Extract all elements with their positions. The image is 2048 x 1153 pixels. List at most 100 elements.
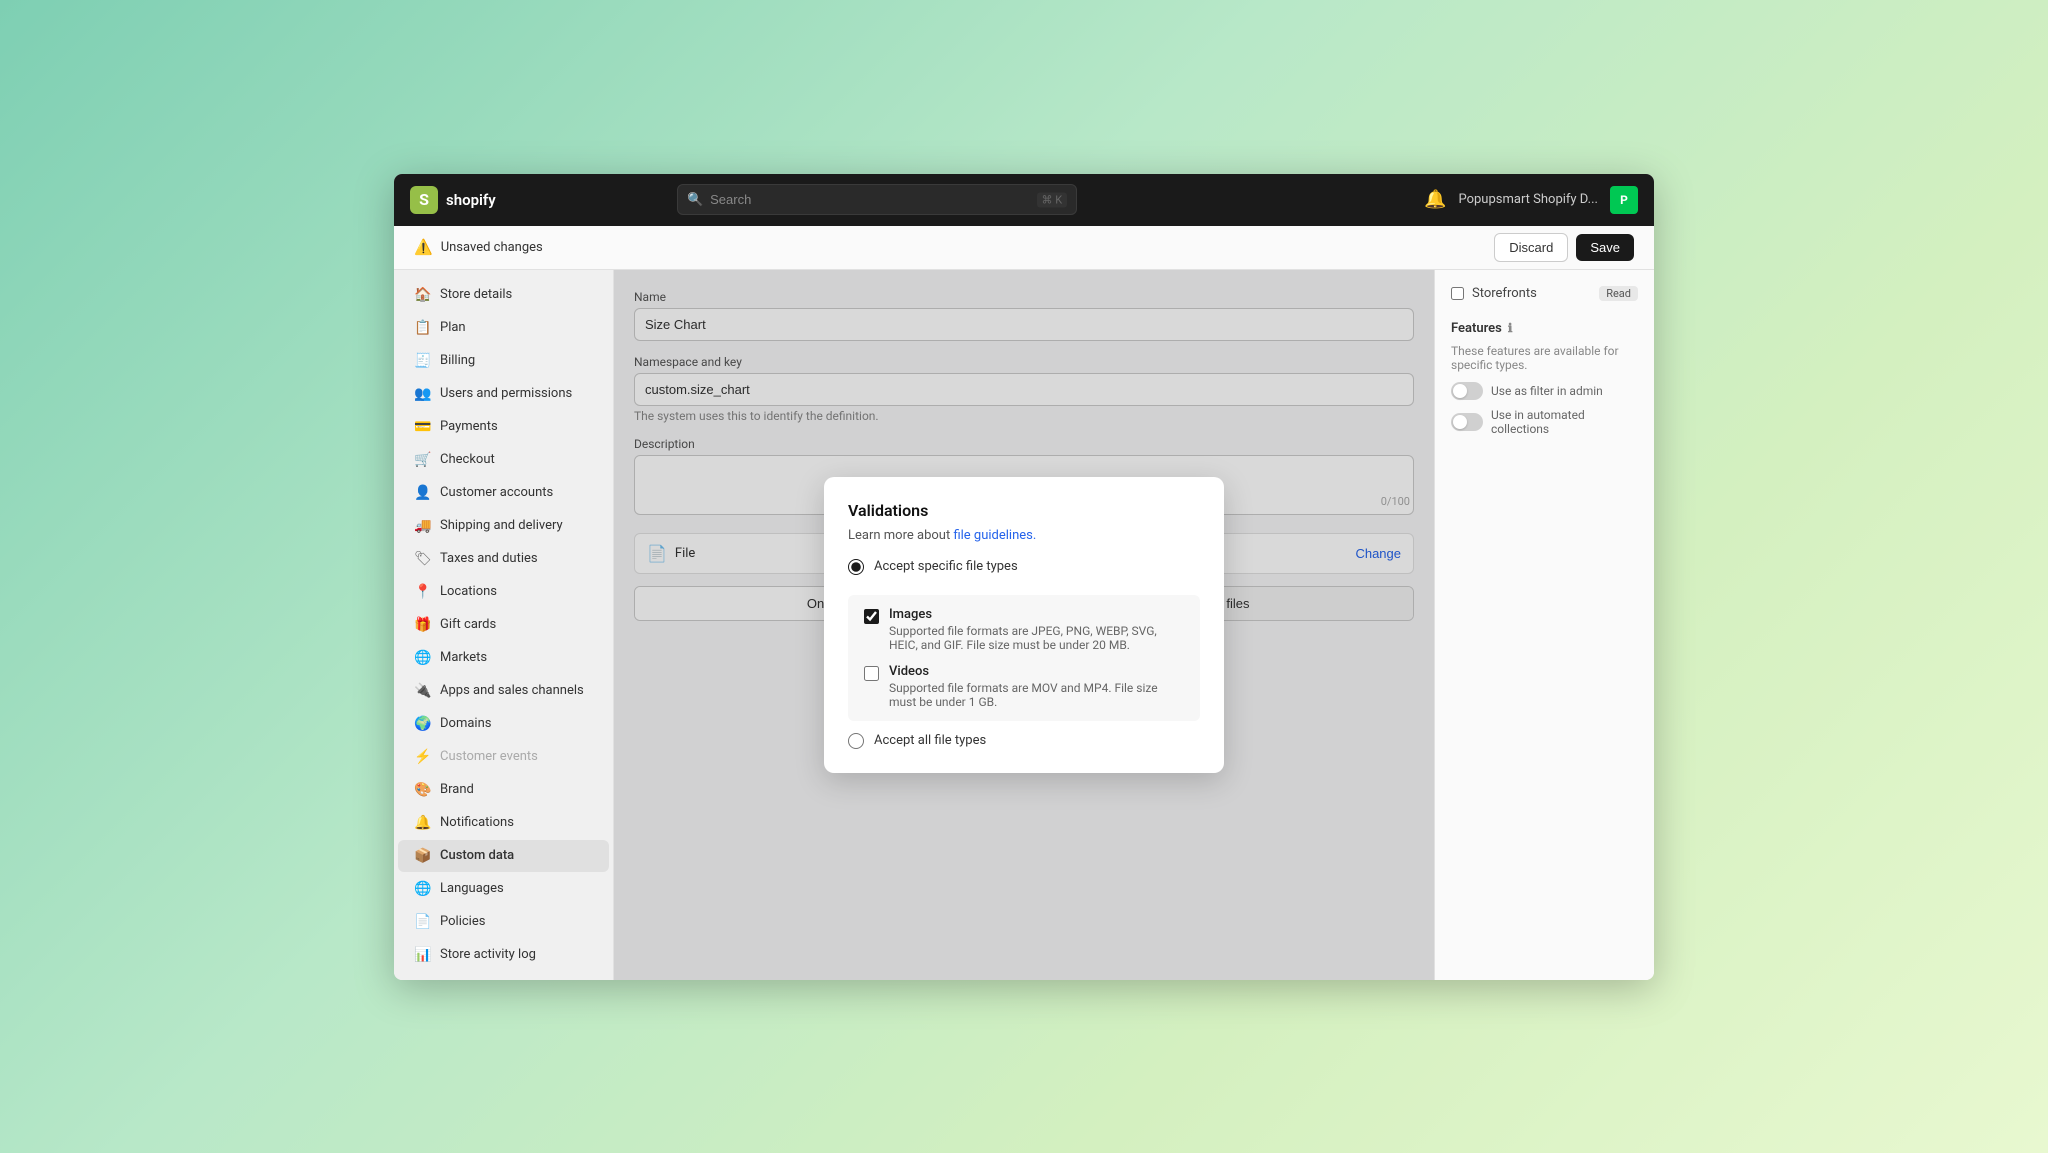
- sidebar-item-label: Users and permissions: [440, 386, 572, 401]
- sidebar-item-store-details[interactable]: 🏠 Store details: [398, 279, 609, 311]
- sidebar-item-label: Locations: [440, 584, 497, 599]
- accept-all-option[interactable]: Accept all file types: [848, 733, 1200, 749]
- sidebar-item-label: Policies: [440, 914, 485, 929]
- shopify-logo: S shopify: [410, 186, 496, 214]
- accept-all-radio[interactable]: [848, 733, 864, 749]
- sidebar-item-gift-cards[interactable]: 🎁 Gift cards: [398, 609, 609, 641]
- brand-icon: 🎨: [414, 782, 430, 798]
- sidebar-item-locations[interactable]: 📍 Locations: [398, 576, 609, 608]
- images-details: Images Supported file formats are JPEG, …: [889, 607, 1184, 652]
- discard-button[interactable]: Discard: [1494, 233, 1568, 262]
- store-avatar: P: [1610, 186, 1638, 214]
- sidebar-item-notifications[interactable]: 🔔 Notifications: [398, 807, 609, 839]
- sidebar-item-users-permissions[interactable]: 👥 Users and permissions: [398, 378, 609, 410]
- sidebar-item-billing[interactable]: 🧾 Billing: [398, 345, 609, 377]
- domains-icon: 🌍: [414, 716, 430, 732]
- payments-icon: 💳: [414, 419, 430, 435]
- notifications-icon: 🔔: [414, 815, 430, 831]
- custom-data-icon: 📦: [414, 848, 430, 864]
- main-layout: 🏠 Store details 📋 Plan 🧾 Billing 👥 Users…: [394, 270, 1654, 980]
- sidebar-item-custom-data[interactable]: 📦 Custom data: [398, 840, 609, 872]
- file-type-options: Accept specific file types Images Suppor…: [848, 559, 1200, 749]
- storefronts-label: Storefronts: [1472, 286, 1537, 301]
- notification-button[interactable]: 🔔: [1424, 189, 1446, 210]
- sidebar-item-label: Shipping and delivery: [440, 518, 563, 533]
- accept-all-label: Accept all file types: [874, 733, 986, 748]
- modal-backdrop: Validations Learn more about file guidel…: [614, 270, 1434, 980]
- images-checkbox-item: Images Supported file formats are JPEG, …: [864, 607, 1184, 652]
- sidebar-item-store-activity-log[interactable]: 📊 Store activity log: [398, 939, 609, 971]
- file-types-group: Images Supported file formats are JPEG, …: [848, 595, 1200, 721]
- automated-collections-toggle[interactable]: [1451, 413, 1483, 431]
- store-icon: 🏠: [414, 287, 430, 303]
- topbar-right: 🔔 Popupsmart Shopify D... P: [1424, 186, 1638, 214]
- shopify-logo-icon: S: [410, 186, 438, 214]
- locations-icon: 📍: [414, 584, 430, 600]
- storefronts-badge: Read: [1599, 286, 1638, 301]
- search-bar[interactable]: 🔍 ⌘ K: [677, 184, 1077, 215]
- content-area: Name Namespace and key The system uses t…: [614, 270, 1434, 980]
- save-button[interactable]: Save: [1576, 234, 1634, 261]
- store-name: Popupsmart Shopify D...: [1458, 192, 1598, 207]
- sidebar-item-label: Taxes and duties: [440, 551, 538, 566]
- right-panel: Storefronts Read Features ℹ These featur…: [1434, 270, 1654, 980]
- filter-admin-toggle[interactable]: [1451, 382, 1483, 400]
- sidebar-item-label: Customer accounts: [440, 485, 553, 500]
- sidebar-item-customer-accounts[interactable]: 👤 Customer accounts: [398, 477, 609, 509]
- sidebar-item-languages[interactable]: 🌐 Languages: [398, 873, 609, 905]
- accept-specific-radio[interactable]: [848, 559, 864, 575]
- sidebar: 🏠 Store details 📋 Plan 🧾 Billing 👥 Users…: [394, 270, 614, 980]
- videos-checkbox-item: Videos Supported file formats are MOV an…: [864, 664, 1184, 709]
- storefronts-permission-row: Storefronts Read: [1451, 286, 1638, 301]
- search-icon: 🔍: [687, 192, 703, 207]
- sidebar-item-markets[interactable]: 🌐 Markets: [398, 642, 609, 674]
- sidebar-item-label: Store activity log: [440, 947, 536, 962]
- sidebar-item-label: Plan: [440, 320, 466, 335]
- shipping-icon: 🚚: [414, 518, 430, 534]
- sidebar-item-label: Gift cards: [440, 617, 496, 632]
- sidebar-item-label: Notifications: [440, 815, 514, 830]
- sidebar-item-policies[interactable]: 📄 Policies: [398, 906, 609, 938]
- feature-automated-collections: Use in automated collections: [1451, 408, 1638, 436]
- sidebar-item-domains[interactable]: 🌍 Domains: [398, 708, 609, 740]
- sidebar-item-payments[interactable]: 💳 Payments: [398, 411, 609, 443]
- sidebar-item-checkout[interactable]: 🛒 Checkout: [398, 444, 609, 476]
- modal-subtitle-text: Learn more about: [848, 528, 950, 543]
- feature-filter-admin: Use as filter in admin: [1451, 382, 1638, 400]
- sidebar-item-label: Customer events: [440, 749, 538, 764]
- sidebar-item-customer-events[interactable]: ⚡ Customer events: [398, 741, 609, 773]
- validations-modal: Validations Learn more about file guidel…: [824, 477, 1224, 773]
- billing-icon: 🧾: [414, 353, 430, 369]
- videos-desc: Supported file formats are MOV and MP4. …: [889, 681, 1184, 709]
- events-icon: ⚡: [414, 749, 430, 765]
- gift-cards-icon: 🎁: [414, 617, 430, 633]
- checkout-icon: 🛒: [414, 452, 430, 468]
- sidebar-item-plan[interactable]: 📋 Plan: [398, 312, 609, 344]
- modal-subtitle: Learn more about file guidelines.: [848, 528, 1200, 543]
- sidebar-item-label: Payments: [440, 419, 498, 434]
- storefronts-checkbox[interactable]: [1451, 287, 1464, 300]
- search-shortcut: ⌘ K: [1037, 192, 1068, 207]
- sidebar-item-brand[interactable]: 🎨 Brand: [398, 774, 609, 806]
- videos-checkbox[interactable]: [864, 666, 879, 681]
- sidebar-item-apps-sales[interactable]: 🔌 Apps and sales channels: [398, 675, 609, 707]
- storefronts-name: Storefronts: [1451, 286, 1537, 301]
- images-desc: Supported file formats are JPEG, PNG, WE…: [889, 624, 1184, 652]
- sidebar-item-label: Custom data: [440, 848, 514, 863]
- file-guidelines-link[interactable]: file guidelines.: [953, 528, 1036, 543]
- plan-icon: 📋: [414, 320, 430, 336]
- taxes-icon: 🏷: [414, 551, 430, 567]
- filter-admin-label: Use as filter in admin: [1491, 384, 1603, 398]
- sidebar-item-label: Apps and sales channels: [440, 683, 584, 698]
- customer-accounts-icon: 👤: [414, 485, 430, 501]
- sidebar-item-shipping-delivery[interactable]: 🚚 Shipping and delivery: [398, 510, 609, 542]
- features-title: Features ℹ: [1451, 321, 1638, 336]
- videos-details: Videos Supported file formats are MOV an…: [889, 664, 1184, 709]
- info-icon: ℹ: [1508, 321, 1513, 335]
- accept-specific-option[interactable]: Accept specific file types: [848, 559, 1200, 575]
- modal-title: Validations: [848, 501, 1200, 520]
- features-section: Features ℹ These features are available …: [1451, 321, 1638, 436]
- sidebar-item-taxes-duties[interactable]: 🏷 Taxes and duties: [398, 543, 609, 575]
- search-input[interactable]: [677, 184, 1077, 215]
- images-checkbox[interactable]: [864, 609, 879, 624]
